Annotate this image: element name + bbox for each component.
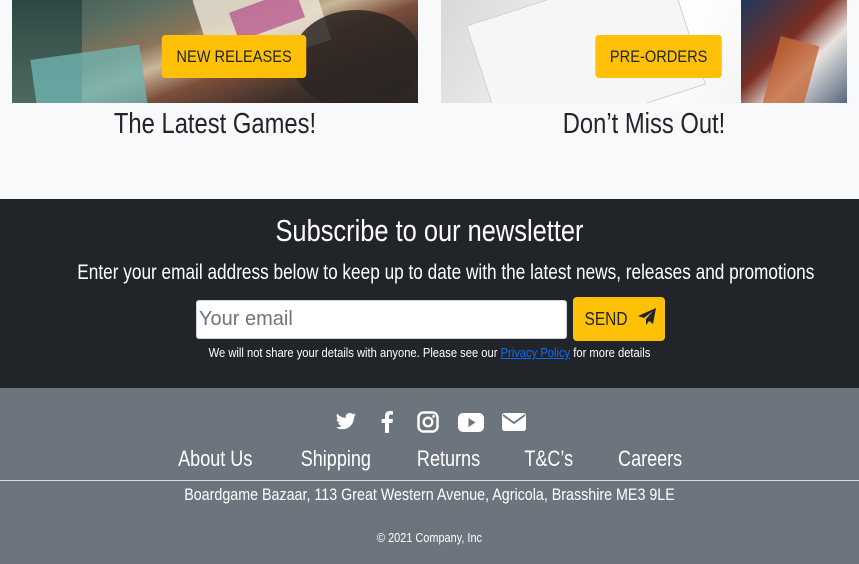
privacy-note-text: We will not share your details with anyo…: [208, 345, 501, 360]
promo-section: NEW RELEASES The Latest Games! PRE-ORDER…: [0, 0, 859, 199]
footer-nav: About Us Shipping Returns T&C’s Careers: [0, 446, 859, 472]
newsletter-section: Subscribe to our newsletter Enter your e…: [0, 199, 859, 388]
footer-link-terms[interactable]: T&C’s: [511, 446, 586, 472]
promo-card-pre-orders[interactable]: PRE-ORDERS Don’t Miss Out!: [441, 0, 847, 160]
social-links: [0, 410, 859, 434]
pre-orders-button[interactable]: PRE-ORDERS: [595, 35, 723, 78]
privacy-policy-link[interactable]: Privacy Policy: [501, 345, 571, 360]
send-button[interactable]: SEND: [573, 297, 665, 341]
promo-title-latest-games: The Latest Games!: [113, 108, 317, 140]
footer-link-about-us[interactable]: About Us: [165, 446, 265, 472]
send-label: SEND: [584, 308, 628, 329]
youtube-icon[interactable]: [457, 410, 485, 434]
footer: About Us Shipping Returns T&C’s Careers …: [0, 388, 859, 564]
privacy-note-tail: for more details: [570, 345, 651, 360]
promo-title-dont-miss-out: Don’t Miss Out!: [562, 108, 726, 140]
footer-link-returns[interactable]: Returns: [404, 446, 493, 472]
promo-card-new-releases[interactable]: NEW RELEASES The Latest Games!: [12, 0, 418, 160]
email-input[interactable]: [196, 300, 567, 339]
copyright: © 2021 Company, Inc: [377, 530, 482, 545]
privacy-note: We will not share your details with anyo…: [60, 345, 799, 360]
paper-plane-icon: [637, 307, 657, 332]
store-address: Boardgame Bazaar, 113 Great Western Aven…: [184, 485, 675, 504]
newsletter-title: Subscribe to our newsletter: [275, 213, 584, 248]
instagram-icon[interactable]: [416, 410, 440, 434]
facebook-icon[interactable]: [375, 410, 399, 434]
envelope-icon[interactable]: [501, 410, 526, 434]
footer-link-careers[interactable]: Careers: [605, 446, 695, 472]
new-releases-button[interactable]: NEW RELEASES: [161, 35, 307, 78]
footer-link-shipping[interactable]: Shipping: [287, 446, 383, 472]
twitter-icon[interactable]: [334, 410, 358, 434]
footer-divider: [0, 480, 859, 481]
newsletter-subtitle: Enter your email address below to keep u…: [77, 261, 815, 284]
